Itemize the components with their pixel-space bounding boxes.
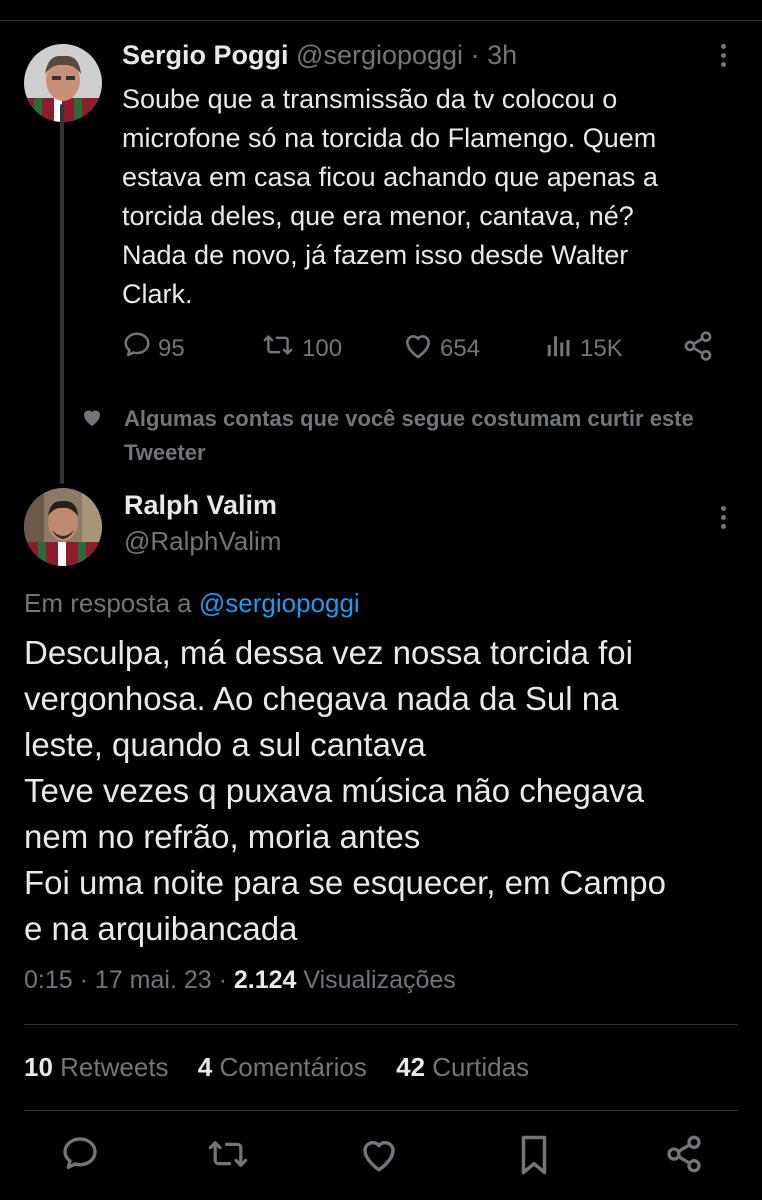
share-button[interactable] [664,1134,704,1179]
like-count: 654 [440,334,481,362]
author-handle[interactable]: @sergiopoggi [296,40,463,70]
share-button[interactable] [682,330,714,369]
heart-icon [402,330,434,367]
like-button[interactable]: 654 [402,330,480,367]
comments-stat-label: Comentários [219,1052,367,1082]
likes-stat[interactable]: 42 Curtidas [396,1052,529,1082]
divider [24,1110,738,1111]
avatar-ralph-valim[interactable] [24,488,102,566]
likes-stat-label: Curtidas [432,1052,530,1082]
bookmark-icon [516,1135,552,1180]
tweet2-date[interactable]: 17 mai. 23 [95,966,212,994]
author2-handle[interactable]: @RalphValim [124,526,281,557]
tweet-time[interactable]: 3h [487,40,517,70]
tweet2-views-label: Visualizações [303,966,456,994]
comment-icon [60,1137,100,1178]
views-button[interactable]: 15K [544,330,623,367]
retweet-button[interactable] [204,1134,252,1179]
meta-separator: · [218,966,227,994]
tweet1-actions: 95 100 654 15K [122,330,722,366]
bookmark-button[interactable] [516,1134,552,1181]
reply-button[interactable] [60,1134,100,1179]
meta-separator: · [79,966,88,994]
retweet-count: 100 [302,334,343,362]
author-name[interactable]: Sergio Poggi [122,40,289,70]
comments-stat-count: 4 [197,1052,213,1082]
tweet2-meta: 0:15 · 17 mai. 23 · 2.124 Visualizações [24,966,456,995]
author2-name[interactable]: Ralph Valim [124,490,277,521]
views-count: 15K [580,334,623,362]
retweets-stat-label: Retweets [60,1052,169,1082]
likes-stat-count: 42 [396,1052,426,1082]
more-vertical-icon[interactable] [718,44,728,67]
retweets-stat-count: 10 [24,1052,53,1082]
top-divider [0,20,762,21]
tweet1-header: Sergio Poggi @sergiopoggi · 3h [122,40,517,71]
reply-mention-link[interactable]: @sergiopoggi [199,588,360,618]
thread-line [60,104,64,484]
more-vertical-icon[interactable] [718,506,728,529]
share-icon [682,330,714,369]
views-icon [544,330,574,367]
tweet2-stats: 10 Retweets 4 Comentários 42 Curtidas [24,1052,551,1083]
retweets-stat[interactable]: 10 Retweets [24,1052,169,1082]
reply-context: Em resposta a @sergiopoggi [24,588,360,619]
retweet-button[interactable]: 100 [260,330,342,367]
reply-prefix: Em resposta a [24,588,192,618]
retweet-icon [204,1141,252,1178]
heart-icon [358,1140,400,1178]
like-button[interactable] [358,1134,400,1179]
share-icon [664,1135,704,1178]
header-separator: · [470,40,480,70]
social-context-text: Algumas contas que você segue costumam c… [124,406,694,465]
tweet2-text: Desculpa, má dessa vez nossa torcida foi… [24,634,667,947]
heart-filled-icon [80,406,104,433]
tweet2-actions [0,1134,762,1184]
tweet1-text: Soube que a transmissão da tv colocou o … [122,84,658,309]
retweet-icon [260,330,296,367]
comment-icon [122,330,152,367]
reply-button[interactable]: 95 [122,330,185,367]
comments-stat[interactable]: 4 Comentários [198,1052,367,1082]
tweet2-views-count: 2.124 [233,966,297,994]
divider [24,1024,738,1025]
tweet2-time[interactable]: 0:15 [24,966,73,994]
reply-count: 95 [158,334,185,362]
